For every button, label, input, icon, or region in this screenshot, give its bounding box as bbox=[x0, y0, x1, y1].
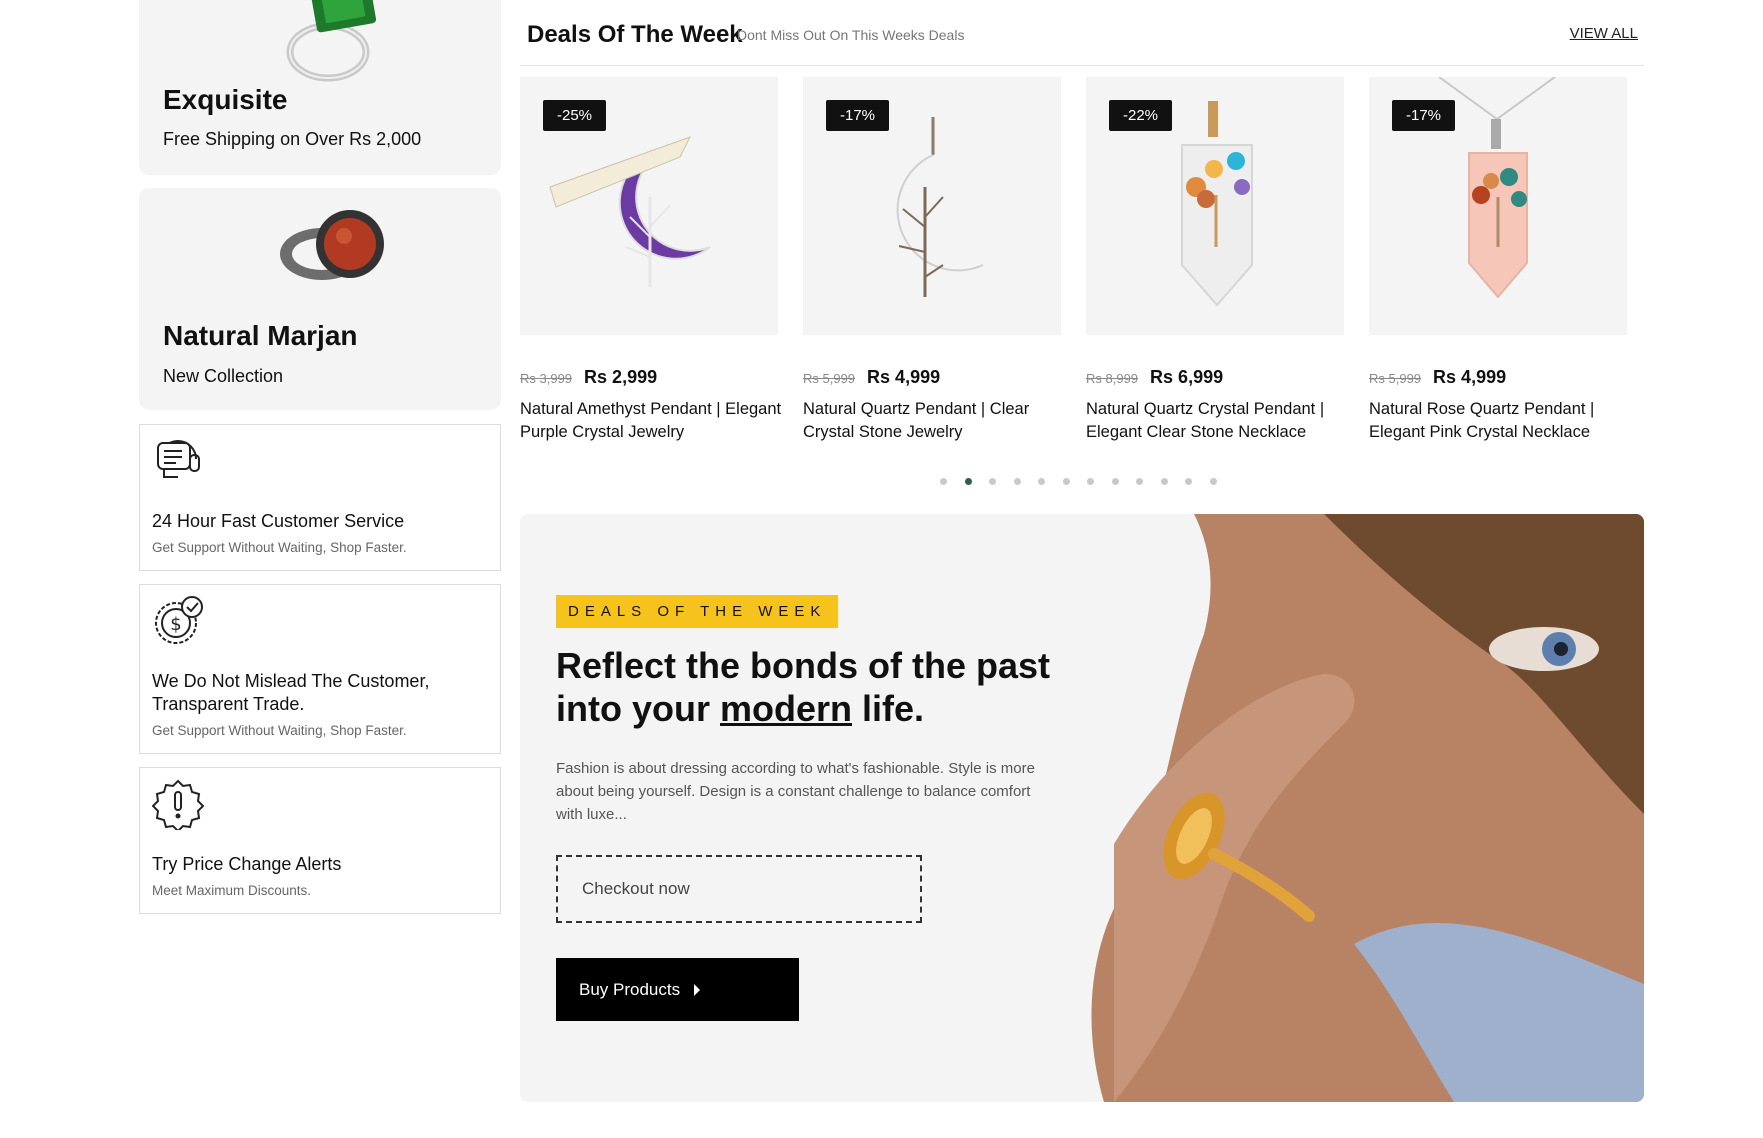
discount-badge: -17% bbox=[1392, 100, 1456, 131]
discount-badge: -25% bbox=[543, 100, 607, 131]
deals-header: Deals Of The Week Dont Miss Out On This … bbox=[520, 18, 1644, 66]
carousel-dot[interactable] bbox=[1062, 478, 1070, 485]
banner-headline: Reflect the bonds of the past into your … bbox=[556, 644, 1116, 730]
carousel-dot[interactable] bbox=[1136, 478, 1143, 485]
section-title: Deals Of The Week bbox=[527, 21, 743, 48]
promo-subtitle: New Collection bbox=[163, 366, 284, 386]
section-subtitle: Dont Miss Out On This Weeks Deals bbox=[737, 27, 965, 43]
banner-description: Fashion is about dressing according to w… bbox=[556, 760, 1035, 823]
product-image[interactable]: -17% bbox=[1369, 77, 1627, 335]
carousel-dot[interactable] bbox=[1160, 478, 1168, 485]
carousel-dot[interactable] bbox=[1185, 478, 1192, 485]
feature-price-alerts: Try Price Change Alerts Meet Maximum Dis… bbox=[139, 767, 501, 914]
current-price: Rs 4,999 bbox=[867, 367, 941, 387]
old-price: Rs 3,999 bbox=[520, 371, 573, 386]
dollar-check-icon: $ bbox=[155, 596, 203, 644]
carousel-dot[interactable] bbox=[1013, 478, 1021, 485]
promo-title: Exquisite bbox=[163, 84, 288, 115]
product-image[interactable]: -25% bbox=[520, 77, 778, 335]
feature-subtitle: Get Support Without Waiting, Shop Faster… bbox=[152, 540, 407, 555]
view-all-link[interactable]: VIEW ALL bbox=[1570, 25, 1638, 42]
promo-card-exquisite[interactable]: Exquisite Free Shipping on Over Rs 2,000 bbox=[139, 0, 501, 175]
carousel-dot[interactable] bbox=[1087, 478, 1094, 485]
carousel-dot[interactable] bbox=[1209, 478, 1217, 485]
old-price: Rs 8,999 bbox=[1086, 371, 1139, 386]
marjan-ring-image bbox=[280, 210, 384, 280]
buy-products-label: Buy Products bbox=[579, 979, 681, 999]
discount-badge: -17% bbox=[826, 100, 890, 131]
current-price: Rs 6,999 bbox=[1150, 367, 1224, 387]
feature-transparent-trade: $ We Do Not Mislead The Customer, Transp… bbox=[139, 584, 501, 754]
current-price: Rs 2,999 bbox=[584, 367, 658, 387]
promo-card-natural-marjan[interactable]: Natural Marjan New Collection bbox=[139, 188, 501, 410]
product-image[interactable]: -17% bbox=[803, 77, 1061, 335]
carousel-dot[interactable] bbox=[964, 478, 972, 485]
product-name[interactable]: Natural Rose Quartz Pendant | Elegant Pi… bbox=[1369, 398, 1631, 444]
old-price: Rs 5,999 bbox=[803, 371, 856, 386]
product-card[interactable]: -17% Rs 5,999 Rs 4,999 Natural Rose Quar… bbox=[1369, 77, 1627, 444]
product-image[interactable]: -22% bbox=[1086, 77, 1344, 335]
svg-text:$: $ bbox=[170, 614, 181, 635]
feature-title: Try Price Change Alerts bbox=[152, 854, 342, 874]
emerald-ring-image bbox=[286, 0, 377, 82]
alert-badge-icon bbox=[152, 779, 204, 830]
feature-subtitle: Meet Maximum Discounts. bbox=[152, 883, 312, 898]
carousel-dot[interactable] bbox=[1111, 478, 1119, 485]
feature-customer-service: 24 Hour Fast Customer Service Get Suppor… bbox=[139, 424, 501, 571]
deals-banner: DEALS OF THE WEEK Reflect the bonds of t… bbox=[520, 514, 1644, 1102]
feature-subtitle: Get Support Without Waiting, Shop Faster… bbox=[152, 723, 407, 738]
headset-chat-icon bbox=[157, 440, 200, 478]
carousel-dot[interactable] bbox=[940, 478, 947, 485]
product-card[interactable]: -25% Rs 3,999 Rs 2,999 Natural Amethyst … bbox=[520, 77, 781, 444]
current-price: Rs 4,999 bbox=[1433, 367, 1507, 387]
feature-title: 24 Hour Fast Customer Service bbox=[152, 511, 405, 531]
model-ring-image bbox=[1091, 514, 1644, 1102]
buy-products-button[interactable]: Buy Products bbox=[556, 958, 799, 1021]
carousel-dot[interactable] bbox=[989, 478, 996, 485]
carousel-pagination bbox=[940, 478, 1217, 485]
feature-title: We Do Not Mislead The Customer, Transpar… bbox=[152, 671, 430, 714]
product-name[interactable]: Natural Quartz Pendant | Clear Crystal S… bbox=[803, 398, 1065, 444]
product-name[interactable]: Natural Quartz Crystal Pendant | Elegant… bbox=[1086, 398, 1348, 444]
deals-tag: DEALS OF THE WEEK bbox=[556, 595, 839, 628]
promo-title: Natural Marjan bbox=[163, 320, 358, 351]
checkout-button[interactable]: Checkout now bbox=[556, 855, 922, 923]
headline-underlined: modern bbox=[720, 688, 853, 729]
product-name[interactable]: Natural Amethyst Pendant | Elegant Purpl… bbox=[520, 398, 782, 444]
product-card[interactable]: -17% Rs 5,999 Rs 4,999 Natural Quartz Pe… bbox=[803, 77, 1061, 444]
caret-right-icon bbox=[694, 984, 701, 997]
product-card[interactable]: -22% Rs 8,999 Rs 6,999 Natural Quartz Cr… bbox=[1086, 77, 1344, 444]
old-price: Rs 5,999 bbox=[1369, 371, 1422, 386]
discount-badge: -22% bbox=[1109, 100, 1173, 131]
promo-subtitle: Free Shipping on Over Rs 2,000 bbox=[163, 129, 422, 149]
headline-part: life. bbox=[852, 688, 925, 729]
carousel-dot[interactable] bbox=[1038, 478, 1045, 485]
